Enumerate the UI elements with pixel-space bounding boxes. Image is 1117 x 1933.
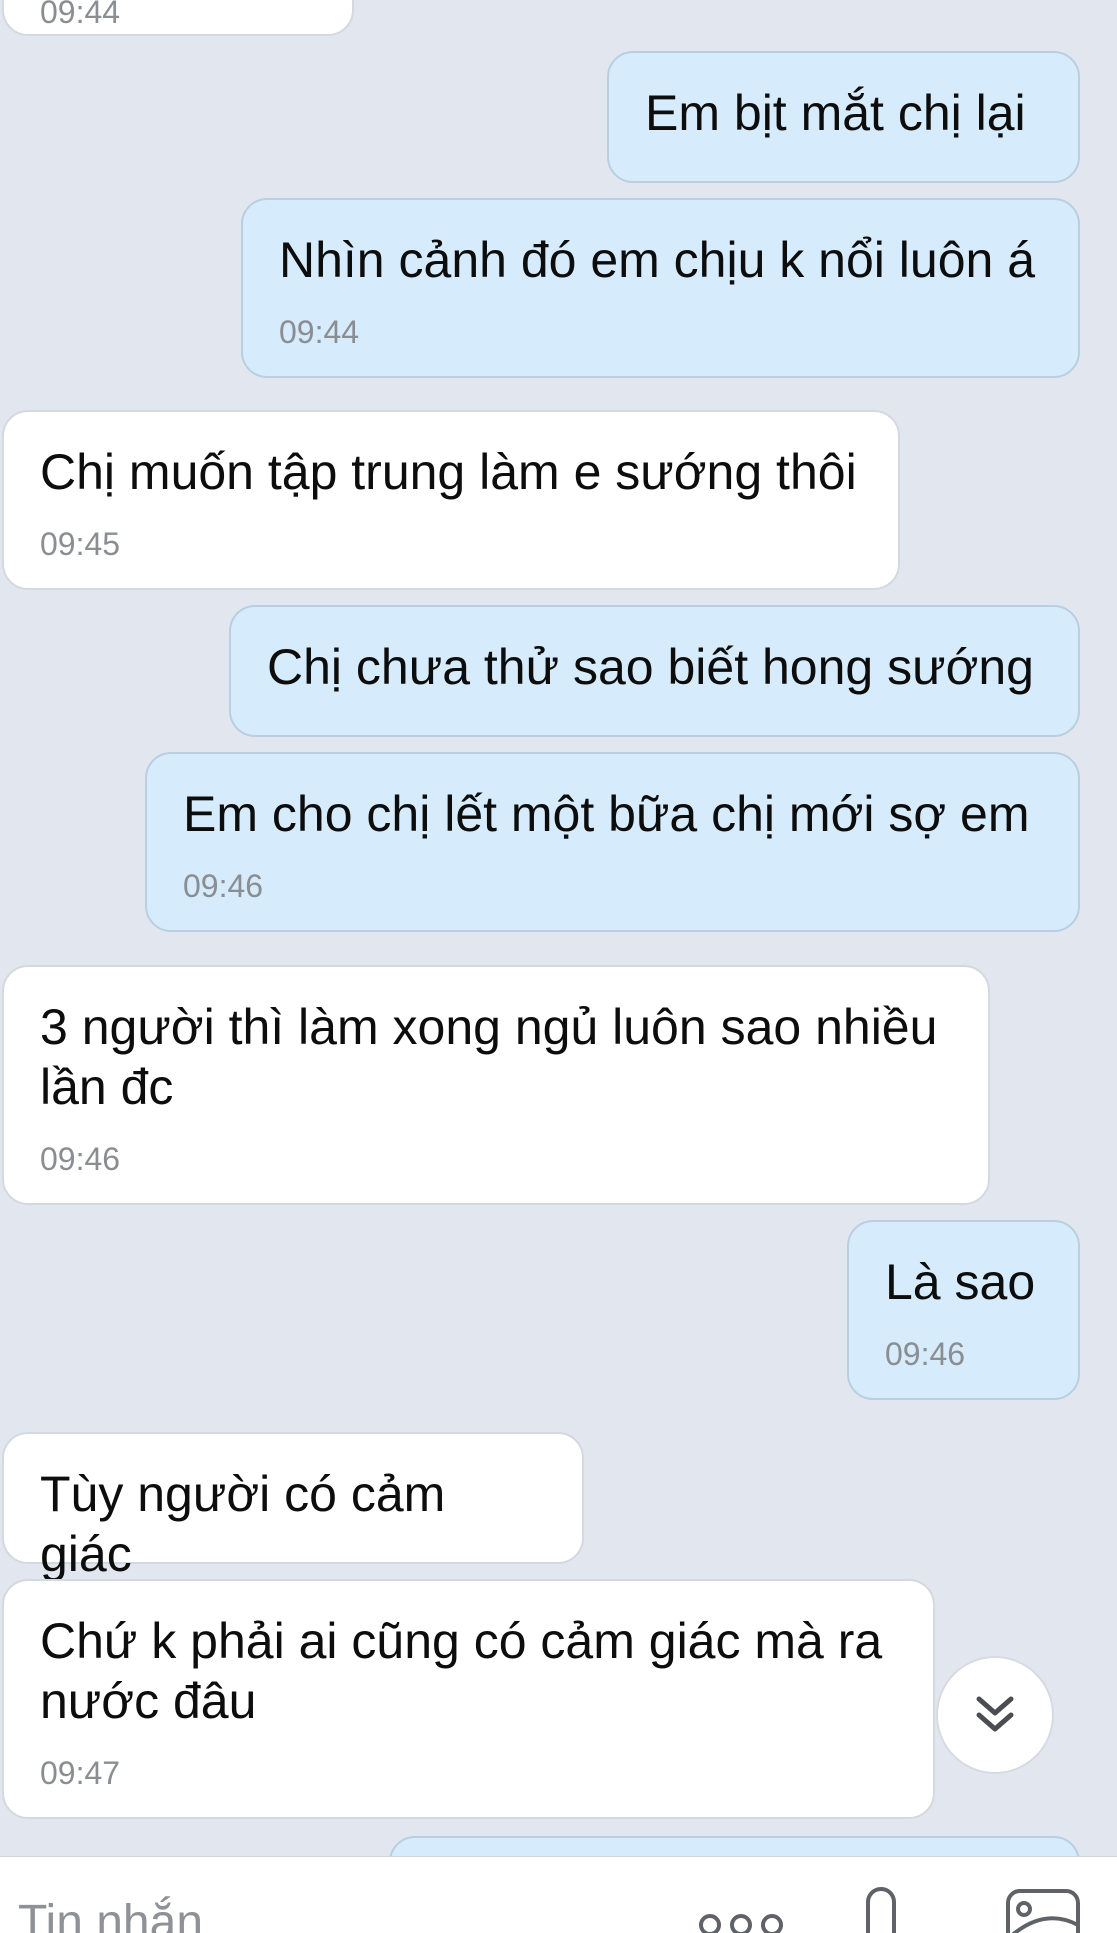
message-text: Em bịt mắt chị lại <box>645 85 1026 141</box>
message-bubble[interactable]: Tùy người có cảm giác <box>2 1432 584 1582</box>
message-time: 09:45 <box>40 526 121 562</box>
message-time: 09:46 <box>40 1141 121 1177</box>
message-text: Chứ k phải ai cũng có cảm giác mà ra nướ… <box>40 1613 883 1729</box>
message-bubble[interactable]: Nhìn cảnh đó em chịu k nổi luôn á 09:44 <box>241 198 1080 378</box>
message-bubble[interactable]: Chị chưa thử sao biết hong sướng <box>229 605 1080 737</box>
message-time: 09:46 <box>183 868 264 904</box>
message-bubble[interactable]: 3 người thì làm xong ngủ luôn sao nhiều … <box>2 965 990 1205</box>
message-list[interactable]: 09:44 Em bịt mắt chị lại Nhìn cảnh đó em… <box>0 0 1117 1856</box>
message-text: Nhìn cảnh đó em chịu k nổi luôn á <box>279 232 1036 288</box>
message-bubble[interactable]: Chứ k phải ai cũng có cảm giác mà ra nướ… <box>2 1579 935 1819</box>
message-bubble[interactable]: Em cho chị lết một bữa chị mới sợ em 09:… <box>145 752 1080 932</box>
message-time: 09:47 <box>40 1755 121 1791</box>
message-bubble[interactable]: Là sao 09:46 <box>847 1220 1080 1400</box>
double-chevron-down-icon <box>976 1696 1014 1732</box>
sticker-icon[interactable] <box>696 1877 786 1933</box>
message-time: 09:44 <box>279 314 360 350</box>
message-text: Là sao <box>885 1254 1036 1310</box>
message-text: 3 người thì làm xong ngủ luôn sao nhiều … <box>40 999 938 1115</box>
message-bubble[interactable]: 09:44 <box>2 0 354 36</box>
message-text: Chị muốn tập trung làm e sướng thôi <box>40 444 857 500</box>
message-bubble[interactable]: Chị muốn tập trung làm e sướng thôi 09:4… <box>2 410 900 590</box>
message-bubble[interactable] <box>389 1836 1080 1856</box>
image-icon[interactable] <box>1004 1877 1084 1933</box>
message-input[interactable]: Tin nhắn <box>18 1895 203 1933</box>
microphone-icon[interactable] <box>862 1877 902 1933</box>
message-text: Em cho chị lết một bữa chị mới sợ em <box>183 786 1030 842</box>
message-text: Chị chưa thử sao biết hong sướng <box>267 639 1034 695</box>
message-time: 09:46 <box>885 1336 966 1372</box>
message-input-bar: Tin nhắn <box>0 1856 1117 1933</box>
message-bubble[interactable]: Em bịt mắt chị lại <box>607 51 1080 183</box>
message-time: 09:44 <box>40 0 121 30</box>
scroll-to-bottom-button[interactable] <box>936 1656 1054 1774</box>
message-text: Tùy người có cảm giác <box>40 1466 460 1582</box>
